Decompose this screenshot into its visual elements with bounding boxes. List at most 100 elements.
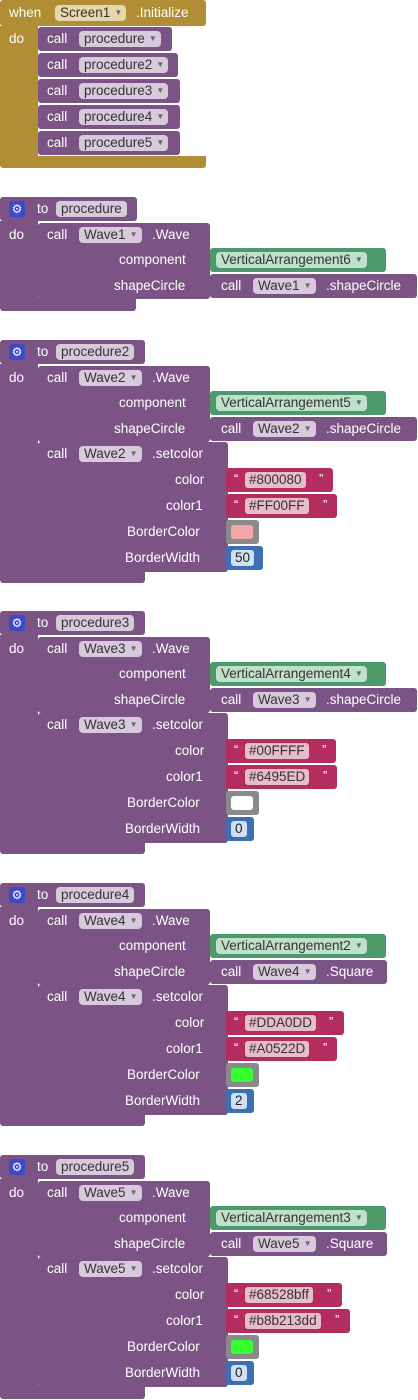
border-color-swatch[interactable]	[231, 1340, 253, 1354]
when-label: when	[9, 5, 42, 20]
setcolor-method-label: .setcolor	[152, 1261, 204, 1276]
arrangement-dropdown[interactable]: VerticalArrangement4 ▼	[216, 666, 367, 682]
open-quote: “	[234, 1040, 239, 1055]
procedure5-spine	[0, 1179, 38, 1389]
wave-component-dropdown[interactable]: Wave2 ▼	[79, 370, 142, 386]
wave-component-dropdown[interactable]: Wave5 ▼	[79, 1261, 142, 1277]
call-label: call	[221, 278, 242, 293]
chevron-down-icon: ▼	[114, 8, 123, 17]
gear-icon[interactable]: ⚙	[9, 344, 25, 360]
shapecircle-param-label: shapeCircle	[114, 692, 186, 707]
wave-component-dropdown[interactable]: Wave1 ▼	[79, 227, 142, 243]
wave-component-dropdown[interactable]: Wave4 ▼	[79, 989, 142, 1005]
procedure-name-dropdown[interactable]: procedure4 ▼	[79, 109, 169, 125]
procedure-name-field[interactable]: procedure2	[56, 344, 135, 360]
border-width-value[interactable]: 50	[231, 550, 255, 566]
wave-component-dropdown[interactable]: Wave1 ▼	[253, 278, 316, 294]
border-width-value[interactable]: 0	[231, 1365, 247, 1381]
borderwidth-param-label: BorderWidth	[125, 1365, 201, 1380]
color-param-label: color	[175, 1015, 205, 1030]
chevron-down-icon: ▼	[303, 424, 312, 433]
chevron-down-icon: ▼	[354, 255, 363, 264]
border-width-value[interactable]: 2	[231, 1093, 247, 1109]
open-quote: “	[234, 1014, 239, 1029]
color-string-value[interactable]: #68528bff	[245, 1287, 313, 1303]
do-label: do	[9, 227, 25, 242]
border-width-value[interactable]: 0	[231, 821, 247, 837]
wave-component-dropdown[interactable]: Wave4 ▼	[253, 964, 316, 980]
shape-property-label: .Square	[326, 964, 374, 979]
call-label: call	[47, 83, 68, 98]
procedure-name-dropdown[interactable]: procedure ▼	[79, 31, 161, 47]
shapecircle-param-label: shapeCircle	[114, 278, 186, 293]
do-label: do	[9, 31, 25, 46]
open-quote: “	[234, 742, 239, 757]
wave-method-label: .Wave	[152, 1185, 190, 1200]
color1-param-label: color1	[166, 498, 203, 513]
wave-component-dropdown[interactable]: Wave4 ▼	[79, 913, 142, 929]
border-color-swatch[interactable]	[231, 1068, 253, 1082]
procedure-name-field[interactable]: procedure	[56, 201, 127, 217]
procedure-name-dropdown[interactable]: procedure2 ▼	[79, 57, 169, 73]
procedure-name-field[interactable]: procedure3	[56, 615, 135, 631]
procedure3-spine	[0, 635, 38, 845]
component-param-label: component	[119, 938, 186, 953]
color1-param-label: color1	[166, 1313, 203, 1328]
chevron-down-icon: ▼	[303, 967, 312, 976]
chevron-down-icon: ▼	[129, 373, 138, 382]
color1-string-value[interactable]: #A0522D	[245, 1041, 310, 1057]
arrangement-dropdown[interactable]: VerticalArrangement2 ▼	[216, 938, 367, 954]
arrangement-dropdown[interactable]: VerticalArrangement6 ▼	[216, 252, 367, 268]
borderwidth-param-label: BorderWidth	[125, 821, 201, 836]
procedure-name-dropdown[interactable]: procedure3 ▼	[79, 83, 169, 99]
procedure-name-field[interactable]: procedure5	[56, 1159, 135, 1175]
gear-icon[interactable]: ⚙	[9, 615, 25, 631]
gear-icon[interactable]: ⚙	[9, 887, 25, 903]
border-color-swatch[interactable]	[231, 796, 253, 810]
open-quote: “	[234, 471, 239, 486]
gear-icon[interactable]: ⚙	[9, 201, 25, 217]
screen-component-dropdown[interactable]: Screen1 ▼	[55, 5, 127, 21]
setcolor-method-label: .setcolor	[152, 446, 204, 461]
procedure-name-dropdown[interactable]: procedure5 ▼	[79, 135, 169, 151]
component-param-label: component	[119, 395, 186, 410]
procedure-name-field[interactable]: procedure4	[56, 887, 135, 903]
wave-component-dropdown[interactable]: Wave5 ▼	[253, 1236, 316, 1252]
arrangement-dropdown[interactable]: VerticalArrangement3 ▼	[216, 1210, 367, 1226]
do-label: do	[9, 641, 25, 656]
wave-component-dropdown[interactable]: Wave3 ▼	[79, 641, 142, 657]
chevron-down-icon: ▼	[129, 1264, 138, 1273]
setcolor-method-label: .setcolor	[152, 989, 204, 1004]
shape-property-label: .shapeCircle	[326, 692, 402, 707]
wave-component-dropdown[interactable]: Wave2 ▼	[253, 421, 316, 437]
chevron-down-icon: ▼	[129, 1188, 138, 1197]
close-quote: ”	[323, 1040, 328, 1055]
wave-component-dropdown[interactable]: Wave3 ▼	[79, 717, 142, 733]
shape-property-label: .shapeCircle	[326, 278, 402, 293]
color1-string-value[interactable]: #6495ED	[245, 769, 310, 785]
arrangement-dropdown[interactable]: VerticalArrangement5 ▼	[216, 395, 367, 411]
wave-component-dropdown[interactable]: Wave3 ▼	[253, 692, 316, 708]
color-string-value[interactable]: #800080	[245, 472, 306, 488]
bordercolor-param-label: BorderColor	[127, 1067, 200, 1082]
call-label: call	[47, 641, 68, 656]
color1-string-value[interactable]: #b8b213dd	[245, 1313, 321, 1329]
chevron-down-icon: ▼	[303, 695, 312, 704]
close-quote: ”	[322, 742, 327, 757]
gear-icon[interactable]: ⚙	[9, 1159, 25, 1175]
call-label: call	[221, 964, 242, 979]
color-string-value[interactable]: #DDA0DD	[245, 1015, 317, 1031]
color1-string-value[interactable]: #FF00FF	[245, 498, 309, 514]
chevron-down-icon: ▼	[129, 992, 138, 1001]
wave-component-dropdown[interactable]: Wave2 ▼	[79, 446, 142, 462]
setcolor-method-label: .setcolor	[152, 717, 204, 732]
shape-property-label: .shapeCircle	[326, 421, 402, 436]
color-string-value[interactable]: #00FFFF	[245, 743, 309, 759]
border-color-swatch[interactable]	[231, 525, 253, 539]
borderwidth-param-label: BorderWidth	[125, 1093, 201, 1108]
call-label: call	[47, 1185, 68, 1200]
call-label: call	[47, 717, 68, 732]
close-quote: ”	[327, 1286, 332, 1301]
call-label: call	[221, 692, 242, 707]
wave-component-dropdown[interactable]: Wave5 ▼	[79, 1185, 142, 1201]
